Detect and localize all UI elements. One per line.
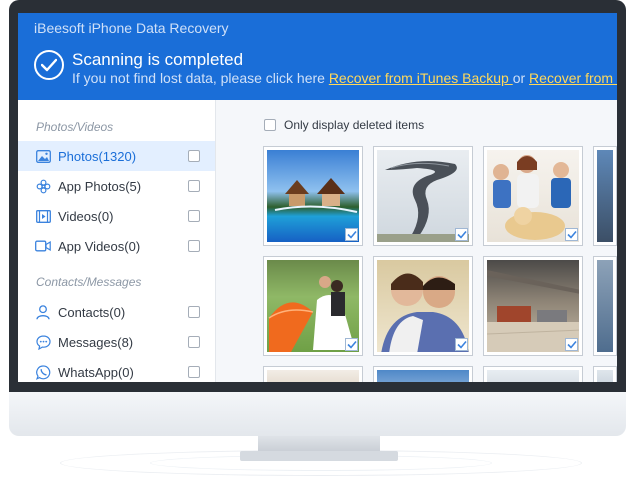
- status-title: Scanning is completed: [72, 50, 244, 69]
- whatsapp-icon: [35, 364, 51, 380]
- app-title: iBeesoft iPhone Data Recovery: [34, 20, 229, 36]
- or-text: or: [512, 70, 530, 86]
- sidebar-item-label: Videos(0): [58, 208, 114, 224]
- selected-check-icon[interactable]: [565, 338, 578, 351]
- status-message: If you not find lost data, please click …: [72, 70, 617, 86]
- itunes-backup-link[interactable]: Recover from iTunes Backup: [329, 70, 513, 86]
- sidebar-item-label: Contacts(0): [58, 304, 126, 320]
- partial-photo: [377, 370, 469, 382]
- person-icon: [35, 304, 51, 320]
- select-checkbox[interactable]: [188, 180, 200, 192]
- partial-photo: [487, 370, 579, 382]
- image-icon: [35, 148, 51, 164]
- partial-photo: [597, 370, 613, 382]
- sidebar-item-app-photos[interactable]: App Photos(5): [18, 171, 215, 201]
- photo-thumbnail[interactable]: [373, 366, 473, 382]
- select-checkbox[interactable]: [188, 306, 200, 318]
- status-text: If you not find lost data, please click …: [72, 70, 329, 86]
- check-circle-icon: [34, 50, 64, 80]
- photo-thumbnail[interactable]: [593, 366, 617, 382]
- monitor-stand-base: [240, 451, 398, 461]
- deleted-only-filter[interactable]: Only display deleted items: [264, 118, 424, 132]
- sidebar-item-label: App Photos(5): [58, 178, 142, 194]
- partial-photo: [267, 370, 359, 382]
- selected-check-icon[interactable]: [565, 228, 578, 241]
- flower-icon: [35, 178, 51, 194]
- photo-thumbnail[interactable]: [263, 146, 363, 246]
- selected-check-icon[interactable]: [455, 228, 468, 241]
- photo-thumbnail[interactable]: [263, 366, 363, 382]
- sidebar-item-label: WhatsApp(0): [58, 364, 134, 380]
- select-checkbox[interactable]: [188, 210, 200, 222]
- photo-thumbnail[interactable]: [483, 146, 583, 246]
- photo-thumbnail[interactable]: [483, 256, 583, 356]
- sidebar-item-label: Photos(1320): [58, 148, 137, 164]
- sidebar-item-messages[interactable]: Messages(8): [18, 327, 215, 357]
- cropped-photo: [597, 260, 613, 352]
- film-icon: [35, 208, 51, 224]
- sidebar-item-label: Messages(8): [58, 334, 134, 350]
- photo-thumbnail[interactable]: [593, 256, 617, 356]
- cropped-photo: [597, 150, 613, 242]
- sidebar-item-videos[interactable]: Videos(0): [18, 201, 215, 231]
- filter-label: Only display deleted items: [284, 118, 425, 132]
- header-bar: iBeesoft iPhone Data Recovery Scanning i…: [18, 13, 617, 100]
- select-checkbox[interactable]: [188, 240, 200, 252]
- select-checkbox[interactable]: [188, 150, 200, 162]
- photo-thumbnail[interactable]: [483, 366, 583, 382]
- monitor-stand-neck: [258, 436, 380, 452]
- video-camera-icon: [35, 238, 51, 254]
- selected-check-icon[interactable]: [455, 338, 468, 351]
- photo-thumbnail[interactable]: [373, 146, 473, 246]
- section-photos-videos: Photos/Videos: [36, 120, 114, 134]
- photo-thumbnail[interactable]: [373, 256, 473, 356]
- chat-bubble-icon: [35, 334, 51, 350]
- icloud-backup-link[interactable]: Recover from iCloud Backup: [529, 70, 617, 86]
- sidebar-item-contacts[interactable]: Contacts(0): [18, 297, 215, 327]
- selected-check-icon[interactable]: [345, 228, 358, 241]
- app-window: iBeesoft iPhone Data Recovery Scanning i…: [18, 13, 617, 382]
- section-contacts-messages: Contacts/Messages: [36, 275, 142, 289]
- deleted-only-checkbox[interactable]: [264, 119, 276, 131]
- selected-check-icon[interactable]: [345, 338, 358, 351]
- photo-thumbnail[interactable]: [593, 146, 617, 246]
- monitor-chin: [9, 392, 626, 436]
- sidebar-item-app-videos[interactable]: App Videos(0): [18, 231, 215, 261]
- category-sidebar: Photos/Videos Photos(1320) App Photos(5)…: [18, 100, 216, 382]
- select-checkbox[interactable]: [188, 366, 200, 378]
- sidebar-item-whatsapp[interactable]: WhatsApp(0): [18, 357, 215, 382]
- sidebar-item-label: App Videos(0): [58, 238, 141, 254]
- sidebar-item-photos[interactable]: Photos(1320): [18, 141, 215, 171]
- select-checkbox[interactable]: [188, 336, 200, 348]
- thumbnail-panel: Only display deleted items: [216, 100, 617, 382]
- photo-thumbnail[interactable]: [263, 256, 363, 356]
